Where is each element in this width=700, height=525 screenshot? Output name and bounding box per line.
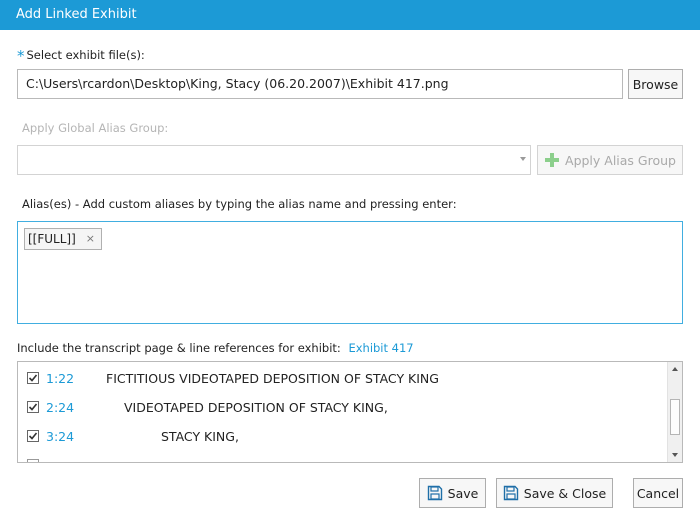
references-scrollbar[interactable] [667, 362, 682, 462]
cancel-button[interactable]: Cancel [633, 478, 683, 508]
scroll-down-icon[interactable] [672, 453, 678, 457]
scrollbar-thumb[interactable] [670, 399, 680, 435]
reference-code: 2:24 [46, 400, 75, 415]
floppy-disk-icon [427, 485, 442, 501]
alias-group-label: Apply Global Alias Group: [22, 121, 169, 135]
aliases-label: Alias(es) - Add custom aliases by typing… [22, 197, 457, 211]
file-select-label: Select exhibit file(s): [26, 48, 145, 62]
apply-alias-group-label: Apply Alias Group [565, 152, 676, 168]
scroll-up-icon[interactable] [672, 367, 678, 371]
reference-row-partial [18, 451, 668, 462]
reference-code: 1:22 [46, 371, 75, 386]
references-label: Include the transcript page & line refer… [17, 341, 341, 355]
dialog-title: Add Linked Exhibit [16, 7, 137, 22]
apply-alias-group-button[interactable]: Apply Alias Group [537, 145, 683, 175]
reference-text: FICTITIOUS VIDEOTAPED DEPOSITION OF STAC… [106, 371, 439, 386]
references-list[interactable]: 1:22 FICTITIOUS VIDEOTAPED DEPOSITION OF… [17, 361, 683, 463]
exhibit-link[interactable]: Exhibit 417 [348, 341, 413, 355]
references-label-row: Include the transcript page & line refer… [17, 341, 414, 355]
save-and-close-label: Save & Close [523, 485, 607, 501]
reference-code: 3:24 [46, 429, 75, 444]
reference-checkbox[interactable] [27, 372, 39, 384]
file-path-input[interactable]: C:\Users\rcardon\Desktop\King, Stacy (06… [17, 69, 623, 99]
check-icon [28, 403, 38, 411]
reference-text: VIDEOTAPED DEPOSITION OF STACY KING, [124, 400, 388, 415]
reference-row[interactable]: 1:22 FICTITIOUS VIDEOTAPED DEPOSITION OF… [18, 364, 668, 393]
reference-checkbox[interactable] [27, 401, 39, 413]
save-and-close-button[interactable]: Save & Close [496, 478, 613, 508]
floppy-disk-icon [503, 485, 518, 501]
file-select-label-row: * Select exhibit file(s): [17, 45, 145, 65]
alias-tag-text: [[FULL]] [28, 232, 76, 246]
required-asterisk: * [17, 47, 25, 65]
reference-checkbox[interactable] [27, 430, 39, 442]
chevron-down-icon [520, 157, 526, 161]
reference-checkbox[interactable] [27, 459, 39, 462]
dialog-title-bar: Add Linked Exhibit [0, 0, 700, 30]
check-icon [28, 374, 38, 382]
alias-group-select[interactable] [17, 145, 531, 175]
browse-button[interactable]: Browse [628, 69, 683, 99]
close-icon[interactable]: × [86, 229, 95, 249]
check-icon [28, 432, 38, 440]
reference-row[interactable]: 3:24 STACY KING, [18, 422, 668, 451]
aliases-input[interactable]: [[FULL]] × [17, 221, 683, 324]
alias-tag: [[FULL]] × [24, 228, 103, 250]
reference-row[interactable]: 2:24 VIDEOTAPED DEPOSITION OF STACY KING… [18, 393, 668, 422]
plus-icon [545, 153, 560, 167]
reference-text: STACY KING, [161, 429, 239, 444]
save-button[interactable]: Save [419, 478, 486, 508]
save-label: Save [447, 485, 479, 501]
